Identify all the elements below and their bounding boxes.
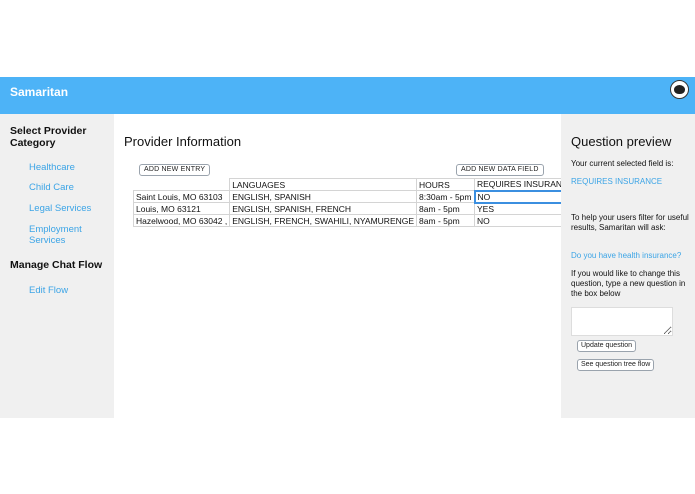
table-cell[interactable]: Louis, MO 63121	[132, 202, 231, 215]
page-title: Provider Information	[124, 134, 242, 149]
change-question-instructions: If you would like to change this questio…	[571, 269, 686, 298]
see-question-tree-button[interactable]: See question tree flow	[577, 359, 655, 371]
table-header-row: LANGUAGES HOURS REQUIRES INSURANCE	[133, 178, 577, 191]
provider-info-panel: Provider Information ADD NEW ENTRY ADD N…	[114, 114, 578, 418]
current-field-label: Your current selected field is:	[571, 159, 674, 168]
table-cell[interactable]: Saint Louis, MO 63103	[132, 190, 231, 203]
column-header-hours[interactable]: HOURS	[416, 178, 475, 191]
sidebar-item-edit-flow[interactable]: Edit Flow	[29, 285, 68, 296]
update-question-button[interactable]: Update question	[577, 340, 636, 352]
table-cell[interactable]: ENGLISH, SPANISH, FRENCH	[229, 202, 418, 215]
globe-icon[interactable]	[670, 80, 689, 99]
current-field-value: REQUIRES INSURANCE	[571, 177, 663, 186]
sidebar-item-employment-services[interactable]: Employment Services	[29, 224, 89, 246]
sidebar-item-child-care[interactable]: Child Care	[29, 182, 74, 193]
question-preview-title: Question preview	[571, 134, 672, 149]
filter-explanation: To help your users filter for useful res…	[571, 213, 689, 232]
sidebar-item-legal-services[interactable]: Legal Services	[29, 203, 91, 214]
table-cell[interactable]: , Hazelwood, MO 63042	[132, 214, 231, 227]
table-cell[interactable]: ENGLISH, FRENCH, SWAHILI, NYAMURENGE	[229, 214, 418, 227]
table-cell[interactable]: 8am - 5pm	[416, 202, 475, 215]
provider-table: LANGUAGES HOURS REQUIRES INSURANCE Saint…	[132, 178, 578, 227]
column-header-languages[interactable]: LANGUAGES	[229, 178, 418, 191]
select-category-heading: Select Provider Category	[10, 125, 87, 149]
table-cell[interactable]: 8:30am - 5pm	[416, 190, 475, 203]
sidebar: Select Provider Category Healthcare Chil…	[0, 114, 114, 418]
table-cell[interactable]: 8am - 5pm	[416, 214, 475, 227]
table-row: Louis, MO 63121 ENGLISH, SPANISH, FRENCH…	[132, 202, 577, 215]
add-data-field-button[interactable]: ADD NEW DATA FIELD	[456, 164, 544, 176]
table-row: , Hazelwood, MO 63042 ENGLISH, FRENCH, S…	[132, 214, 577, 227]
sidebar-item-healthcare[interactable]: Healthcare	[29, 162, 75, 173]
table-cell[interactable]: ENGLISH, SPANISH	[229, 190, 418, 203]
app-brand[interactable]: Samaritan	[10, 85, 68, 99]
question-preview-panel: Question preview Your current selected f…	[561, 114, 695, 418]
add-entry-button[interactable]: ADD NEW ENTRY	[139, 164, 211, 176]
manage-chat-flow-heading: Manage Chat Flow	[10, 259, 103, 271]
top-nav-bar: Samaritan	[0, 77, 695, 114]
column-header	[133, 178, 231, 191]
question-text: Do you have health insurance?	[571, 251, 682, 260]
new-question-input[interactable]	[571, 307, 673, 336]
table-row: Saint Louis, MO 63103 ENGLISH, SPANISH 8…	[132, 189, 578, 204]
